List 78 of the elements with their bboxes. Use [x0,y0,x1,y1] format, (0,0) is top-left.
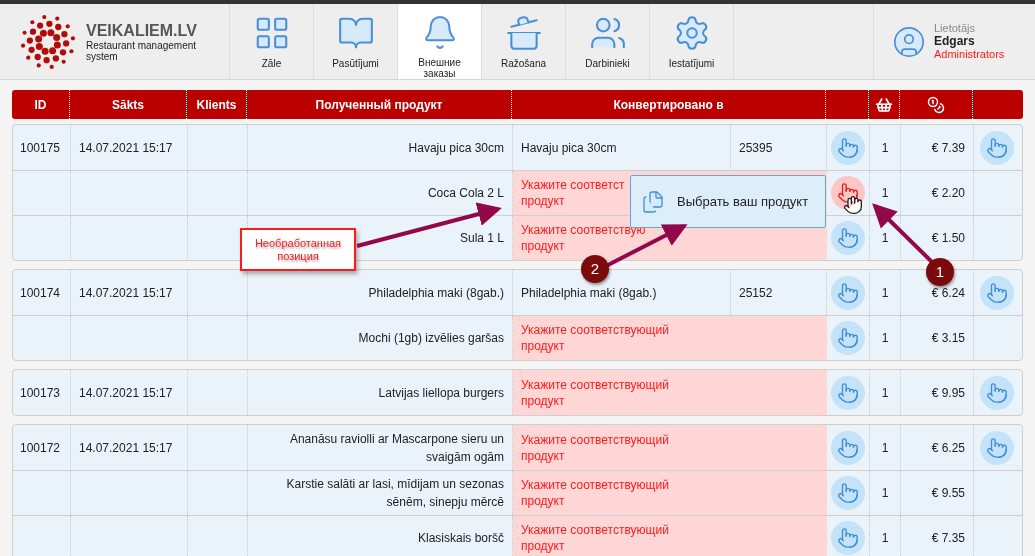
avatar-icon [892,24,926,59]
product-code: 25152 [739,284,773,302]
match-prompt: Укажите соответствующий продукт [521,522,670,554]
price: € 7.39 [931,139,965,157]
callout-box: Необработанная позиция [240,228,356,271]
quantity: 1 [881,330,889,347]
price: € 7.35 [931,530,965,547]
order-start-time: 14.07.2021 15:17 [79,284,173,302]
annotation-arrow [872,203,934,264]
match-prompt: Укажите соответствующий продукт [521,431,670,464]
basket-icon [875,95,893,114]
received-product: Coca Cola 2 L [427,185,504,202]
pointing-hand-icon [837,436,859,459]
brand-tagline: Restaurant management system [86,39,198,62]
match-prompt: Укажите соответствующий продукт [521,376,670,409]
documents-icon [641,189,665,214]
quantity: 1 [881,439,889,457]
column-header: Полученный продукт [247,90,512,119]
pointing-hand-icon [985,136,1008,159]
quantity: 1 [881,530,889,547]
pointing-hand-icon [985,436,1008,459]
order-id: 100174 [20,284,61,302]
price: € 9.55 [931,485,965,502]
pointing-hand-icon [837,136,859,159]
column-header: Конвертировано в [512,90,826,119]
tooltip: Выбрать ваш продукт [630,175,826,228]
match-prompt: Укажите соответствующий продукт [521,477,670,509]
order-start-time: 14.07.2021 15:17 [79,139,173,157]
quantity: 1 [881,485,889,502]
pot-icon [504,14,543,52]
pointing-hand-icon [837,482,859,504]
column-header: ID [12,90,70,119]
coins-icon [927,95,945,114]
received-product: Latvijas liellopa burgers [378,384,504,402]
pointing-hand-icon [837,227,859,249]
match-prompt: Укажите соответствующий продукт [521,322,670,354]
received-product: Karstie salāti ar lasi, mīdijam un sezonas sēnēm, sinepju mērcē [285,476,504,511]
pointing-hand-icon [985,281,1008,304]
logo-icon [20,13,76,70]
received-product: Klasiskais boršč [417,530,504,547]
price: € 6.25 [931,439,965,457]
quantity: 1 [881,185,889,202]
received-product: Ananāsu raviolli ar Mascarpone sieru un svaigām ogām [288,430,504,466]
converted-product: Havaju pica 30cm [521,139,617,157]
order-start-time: 14.07.2021 15:17 [79,384,173,402]
match-prompt: Укажите соответст продукт [521,177,625,209]
product-code: 25395 [739,139,773,157]
price: € 2.20 [931,185,965,202]
user-role: Administrators [934,48,1005,61]
quantity: 1 [881,384,889,402]
cursor-icon [843,195,863,215]
price: € 3.15 [931,330,965,347]
pointing-hand-icon [837,527,859,549]
received-product: Havaju pica 30cm [408,139,504,157]
user-caption: Lietotājs [934,22,976,35]
quantity: 1 [881,284,889,302]
brand-name: VEIKALIEM.LV [86,21,198,40]
quantity: 1 [881,230,889,247]
column-header: Sākts [70,90,187,119]
column-header: Klients [187,90,247,119]
pointing-hand-icon [837,327,859,349]
pointing-hand-icon [837,381,859,404]
order-id: 100173 [20,384,61,402]
price: € 6.24 [931,284,965,302]
price: € 1.50 [931,230,965,247]
converted-product: Philadelphia maki (8gab.) [521,284,657,302]
order-id: 100172 [20,439,61,457]
received-product: Sula 1 L [459,230,504,247]
order-id: 100175 [20,139,61,157]
user-name: Edgars [934,35,976,48]
nav-tab[interactable]: Внешние заказы [398,4,482,79]
order-start-time: 14.07.2021 15:17 [79,439,173,457]
price: € 9.95 [931,384,965,402]
received-product: Mochi (1gb) izvēlies garšas [358,330,504,347]
quantity: 1 [881,139,889,157]
pointing-hand-icon [837,281,859,304]
pointing-hand-icon [985,381,1008,404]
received-product: Philadelphia maki (8gab.) [368,284,504,302]
